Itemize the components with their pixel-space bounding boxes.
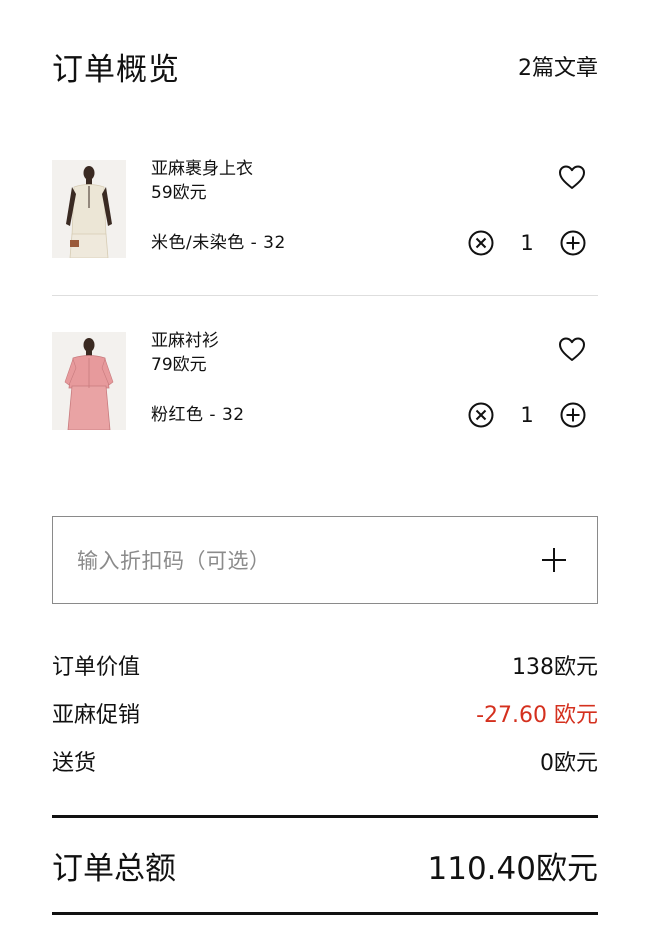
increase-button[interactable] bbox=[558, 228, 588, 258]
item-variant: 米色/未染色 - 32 bbox=[151, 233, 286, 253]
product-image[interactable] bbox=[52, 332, 126, 430]
page-title: 订单概览 bbox=[52, 51, 180, 88]
wishlist-button[interactable] bbox=[556, 334, 588, 364]
promo-label: 亚麻促销 bbox=[52, 703, 141, 728]
plus-circle-icon bbox=[560, 402, 586, 428]
order-value: 138欧元 bbox=[512, 655, 598, 680]
order-total-label: 订单总额 bbox=[52, 850, 176, 887]
shipping-label: 送货 bbox=[52, 751, 97, 776]
order-total-value: 110.40欧元 bbox=[427, 850, 598, 887]
promo-value: -27.60 欧元 bbox=[476, 703, 598, 728]
item-variant: 粉红色 - 32 bbox=[151, 405, 245, 425]
item-price: 59欧元 bbox=[151, 183, 207, 203]
order-overview-page: 订单概览 2篇文章 亚麻裹身上衣 59欧元 米色/未染色 - 32 1 亚麻衬衫… bbox=[0, 0, 650, 930]
discount-code-placeholder: 输入折扣码（可选） bbox=[77, 549, 271, 573]
order-total-row: 订单总额 110.40欧元 bbox=[52, 842, 598, 888]
quantity-value: 1 bbox=[520, 403, 534, 427]
shipping-row: 送货 0欧元 bbox=[52, 745, 598, 777]
item-count: 2篇文章 bbox=[518, 56, 598, 81]
total-divider-bottom bbox=[52, 912, 598, 915]
quantity-value: 1 bbox=[520, 231, 534, 255]
heart-icon bbox=[559, 165, 585, 189]
total-divider-top bbox=[52, 815, 598, 818]
quantity-stepper: 1 bbox=[466, 400, 588, 430]
cart-item: 亚麻裹身上衣 59欧元 米色/未染色 - 32 1 bbox=[52, 158, 598, 258]
plus-icon bbox=[542, 548, 566, 572]
remove-button[interactable] bbox=[466, 228, 496, 258]
shipping-value: 0欧元 bbox=[540, 751, 598, 776]
remove-icon bbox=[468, 402, 494, 428]
plus-circle-icon bbox=[560, 230, 586, 256]
header: 订单概览 2篇文章 bbox=[52, 40, 598, 92]
apply-discount-button[interactable] bbox=[539, 545, 569, 575]
heart-icon bbox=[559, 337, 585, 361]
increase-button[interactable] bbox=[558, 400, 588, 430]
item-name[interactable]: 亚麻裹身上衣 bbox=[151, 158, 253, 180]
promo-row: 亚麻促销 -27.60 欧元 bbox=[52, 697, 598, 729]
remove-icon bbox=[468, 230, 494, 256]
remove-button[interactable] bbox=[466, 400, 496, 430]
quantity-stepper: 1 bbox=[466, 228, 588, 258]
item-name[interactable]: 亚麻衬衫 bbox=[151, 330, 219, 352]
discount-code-input[interactable]: 输入折扣码（可选） bbox=[52, 516, 598, 604]
cart-item: 亚麻衬衫 79欧元 粉红色 - 32 1 bbox=[52, 330, 598, 430]
item-price: 79欧元 bbox=[151, 355, 207, 375]
order-value-label: 订单价值 bbox=[52, 655, 141, 680]
wishlist-button[interactable] bbox=[556, 162, 588, 192]
order-value-row: 订单价值 138欧元 bbox=[52, 649, 598, 681]
item-divider bbox=[52, 295, 598, 296]
product-image[interactable] bbox=[52, 160, 126, 258]
